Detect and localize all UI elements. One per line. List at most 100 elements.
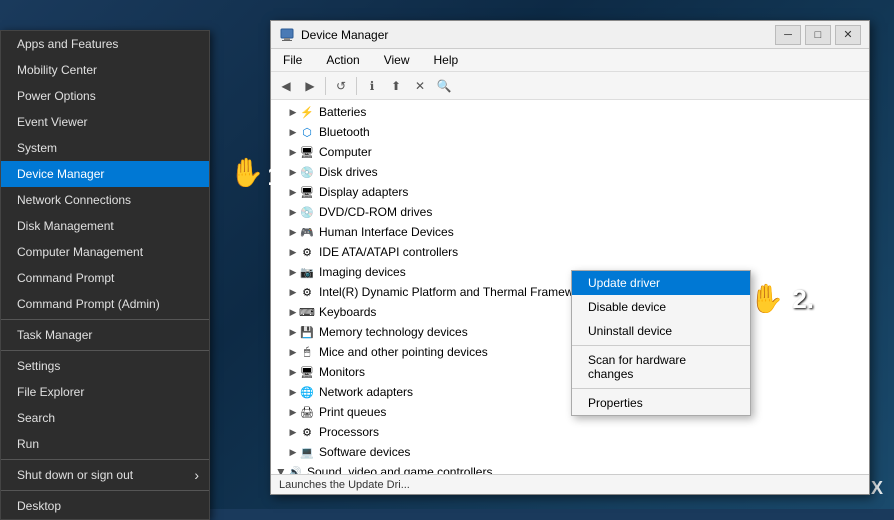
sidebar-item-command-prompt-admin[interactable]: Command Prompt (Admin) <box>1 291 209 317</box>
expand-arrow-processors: ▶ <box>287 427 299 438</box>
expand-arrow-software: ▶ <box>287 447 299 458</box>
uninstall-button[interactable]: ✕ <box>409 75 431 97</box>
tree-item-bluetooth[interactable]: ▶ ⬡ Bluetooth <box>271 122 869 142</box>
expand-arrow-computer: ▶ <box>287 147 299 158</box>
expand-arrow-dvd: ▶ <box>287 207 299 218</box>
window-controls: ─ □ ✕ <box>775 25 861 45</box>
tree-item-network-adapters[interactable]: ▶ 🌐 Network adapters <box>271 382 869 402</box>
icon-disk: 💿 <box>299 164 315 180</box>
close-button[interactable]: ✕ <box>835 25 861 45</box>
icon-software: 💻 <box>299 444 315 460</box>
tree-item-computer[interactable]: ▶ 🖥 Computer <box>271 142 869 162</box>
refresh-button[interactable]: ↺ <box>330 75 352 97</box>
expand-arrow-monitors: ▶ <box>287 367 299 378</box>
ctx-uninstall-device[interactable]: Uninstall device <box>572 319 750 343</box>
sidebar-item-computer-management[interactable]: Computer Management <box>1 239 209 265</box>
tree-item-dvd[interactable]: ▶ 💿 DVD/CD-ROM drives <box>271 202 869 222</box>
toolbar-separator-1 <box>325 77 326 95</box>
ctx-separator <box>572 345 750 346</box>
tree-item-mice[interactable]: ▶ 🖱 Mice and other pointing devices <box>271 342 869 362</box>
sidebar-item-disk-management[interactable]: Disk Management <box>1 213 209 239</box>
sidebar-item-event-viewer[interactable]: Event Viewer <box>1 109 209 135</box>
winx-menu: Apps and Features Mobility Center Power … <box>0 30 210 520</box>
ctx-update-driver[interactable]: Update driver <box>572 271 750 295</box>
tree-item-display-adapters[interactable]: ▶ 🖥 Display adapters <box>271 182 869 202</box>
tree-item-imaging[interactable]: ▶ 📷 Imaging devices <box>271 262 869 282</box>
menu-separator-3 <box>1 459 209 460</box>
sidebar-item-system[interactable]: System <box>1 135 209 161</box>
label-ide: IDE ATA/ATAPI controllers <box>319 245 865 259</box>
expand-arrow-keyboards: ▶ <box>287 307 299 318</box>
sidebar-item-settings[interactable]: Settings <box>1 353 209 379</box>
expand-arrow-print: ▶ <box>287 407 299 418</box>
expand-arrow-imaging: ▶ <box>287 267 299 278</box>
expand-arrow-memory: ▶ <box>287 327 299 338</box>
sidebar-item-shutdown[interactable]: Shut down or sign out <box>1 462 209 488</box>
tree-item-memory[interactable]: ▶ 💾 Memory technology devices <box>271 322 869 342</box>
sidebar-item-run[interactable]: Run <box>1 431 209 457</box>
sidebar-item-search[interactable]: Search <box>1 405 209 431</box>
expand-arrow-intel-thermal: ▶ <box>287 287 299 298</box>
expand-arrow-display: ▶ <box>287 187 299 198</box>
sidebar-item-apps-features[interactable]: Apps and Features <box>1 31 209 57</box>
sidebar-item-desktop[interactable]: Desktop <box>1 493 209 519</box>
tree-item-intel-thermal[interactable]: ▶ ⚙ Intel(R) Dynamic Platform and Therma… <box>271 282 869 302</box>
sidebar-item-command-prompt[interactable]: Command Prompt <box>1 265 209 291</box>
back-button[interactable]: ◀ <box>275 75 297 97</box>
properties-button[interactable]: ℹ <box>361 75 383 97</box>
icon-keyboards: ⌨ <box>299 304 315 320</box>
sidebar-item-task-manager[interactable]: Task Manager <box>1 322 209 348</box>
sidebar-item-device-manager[interactable]: Device Manager 🤚 1. <box>1 161 209 187</box>
expand-arrow-hid: ▶ <box>287 227 299 238</box>
label-dvd: DVD/CD-ROM drives <box>319 205 865 219</box>
tree-item-ide[interactable]: ▶ ⚙ IDE ATA/ATAPI controllers <box>271 242 869 262</box>
device-manager-window: Device Manager ─ □ ✕ File Action View He… <box>270 20 870 495</box>
icon-bluetooth: ⬡ <box>299 124 315 140</box>
menu-separator-4 <box>1 490 209 491</box>
ctx-scan-hardware[interactable]: Scan for hardware changes <box>572 348 750 386</box>
update-driver-button[interactable]: ⬆ <box>385 75 407 97</box>
minimize-button[interactable]: ─ <box>775 25 801 45</box>
sidebar-item-network-connections[interactable]: Network Connections <box>1 187 209 213</box>
icon-mice: 🖱 <box>299 344 315 360</box>
tree-item-print[interactable]: ▶ 🖨 Print queues <box>271 402 869 422</box>
tree-item-software[interactable]: ▶ 💻 Software devices <box>271 442 869 462</box>
hand-cursor-icon: 🤚 <box>229 156 264 189</box>
tree-item-disk-drives[interactable]: ▶ 💿 Disk drives <box>271 162 869 182</box>
expand-arrow-disk: ▶ <box>287 167 299 178</box>
sidebar-item-mobility-center[interactable]: Mobility Center <box>1 57 209 83</box>
expand-arrow-network: ▶ <box>287 387 299 398</box>
icon-ide: ⚙ <box>299 244 315 260</box>
expand-arrow-mice: ▶ <box>287 347 299 358</box>
maximize-button[interactable]: □ <box>805 25 831 45</box>
sidebar-item-file-explorer[interactable]: File Explorer <box>1 379 209 405</box>
icon-imaging: 📷 <box>299 264 315 280</box>
menu-file[interactable]: File <box>275 51 310 69</box>
desktop: Apps and Features Mobility Center Power … <box>0 0 894 509</box>
menu-help[interactable]: Help <box>426 51 467 69</box>
tree-item-monitors[interactable]: ▶ 🖥 Monitors <box>271 362 869 382</box>
ctx-separator-2 <box>572 388 750 389</box>
forward-button[interactable]: ▶ <box>299 75 321 97</box>
tree-item-batteries[interactable]: ▶ ⚡ Batteries <box>271 102 869 122</box>
titlebar-icon <box>279 27 295 43</box>
tree-item-hid[interactable]: ▶ 🎮 Human Interface Devices <box>271 222 869 242</box>
statusbar: Launches the Update Dri... <box>271 474 869 494</box>
tree-item-keyboards[interactable]: ▶ ⌨ Keyboards <box>271 302 869 322</box>
icon-processors: ⚙ <box>299 424 315 440</box>
menu-separator-2 <box>1 350 209 351</box>
tree-item-sound[interactable]: ▶ 🔊 Sound, video and game controllers <box>271 462 869 474</box>
label-bluetooth: Bluetooth <box>319 125 865 139</box>
label-hid: Human Interface Devices <box>319 225 865 239</box>
tree-item-processors[interactable]: ▶ ⚙ Processors <box>271 422 869 442</box>
expand-arrow-sound: ▶ <box>276 466 287 474</box>
menu-action[interactable]: Action <box>318 51 367 69</box>
scan-button[interactable]: 🔍 <box>433 75 455 97</box>
sidebar-item-power-options[interactable]: Power Options <box>1 83 209 109</box>
ctx-properties[interactable]: Properties <box>572 391 750 415</box>
menu-view[interactable]: View <box>376 51 418 69</box>
label-sound: Sound, video and game controllers <box>307 465 865 474</box>
ctx-disable-device[interactable]: Disable device <box>572 295 750 319</box>
device-manager-label: Device Manager <box>17 167 104 181</box>
device-tree[interactable]: ▶ ⚡ Batteries ▶ ⬡ Bluetooth ▶ 🖥 Computer… <box>271 100 869 474</box>
